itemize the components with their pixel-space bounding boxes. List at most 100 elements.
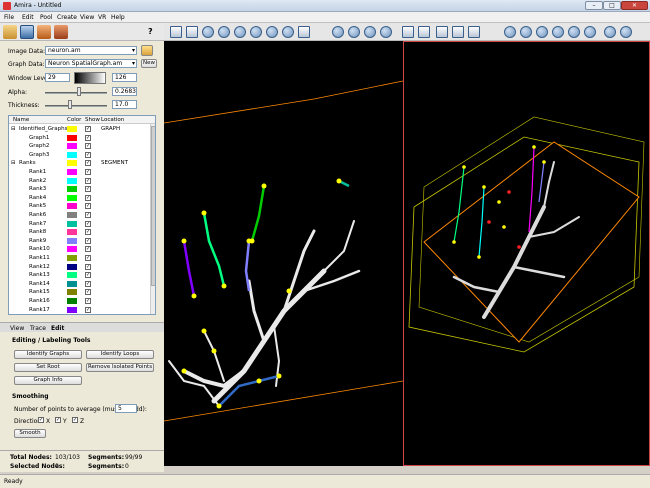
show-checkbox[interactable]: ✓ bbox=[85, 194, 91, 201]
tab-edit[interactable]: Edit bbox=[51, 325, 64, 332]
window-level-low-field[interactable]: 29 bbox=[45, 73, 70, 82]
merge-icon[interactable] bbox=[568, 26, 580, 38]
color-swatch[interactable] bbox=[67, 177, 77, 184]
color-swatch[interactable] bbox=[67, 151, 77, 158]
select-icon[interactable] bbox=[620, 26, 632, 38]
thickness-slider[interactable] bbox=[45, 105, 107, 107]
delete-icon[interactable] bbox=[552, 26, 564, 38]
graph-info-button[interactable]: Graph Info bbox=[14, 376, 82, 385]
zoom-icon[interactable] bbox=[250, 26, 262, 38]
color-swatch[interactable] bbox=[67, 186, 77, 193]
snapshot-icon[interactable] bbox=[298, 26, 310, 38]
show-checkbox[interactable]: ✓ bbox=[85, 169, 91, 175]
menu-help[interactable]: Help bbox=[111, 14, 125, 21]
tree-item-row[interactable]: Rank15 ✓ bbox=[9, 288, 149, 297]
color-swatch[interactable] bbox=[67, 143, 77, 150]
alpha-field[interactable]: 0.2683 bbox=[112, 87, 137, 96]
color-swatch[interactable] bbox=[67, 289, 77, 296]
direction-x-checkbox[interactable]: ✓ bbox=[38, 417, 44, 423]
header-color[interactable]: Color bbox=[67, 117, 81, 123]
seek-icon[interactable] bbox=[282, 26, 294, 38]
maximize-button[interactable]: □ bbox=[603, 1, 621, 10]
identify-graphs-button[interactable]: Identify Graphs bbox=[14, 350, 82, 359]
expand-icon[interactable]: ⊟ bbox=[11, 126, 16, 132]
header-location[interactable]: Location bbox=[101, 117, 124, 123]
show-checkbox[interactable]: ✓ bbox=[85, 272, 91, 279]
color-swatch[interactable] bbox=[67, 255, 77, 261]
image-data-select[interactable]: neuron.am bbox=[45, 46, 137, 55]
tree-item-row[interactable]: Rank1 ✓ bbox=[9, 168, 149, 177]
tab-trace[interactable]: Trace bbox=[30, 325, 46, 332]
show-checkbox[interactable]: ✓ bbox=[85, 220, 91, 227]
new-graph-button[interactable]: New bbox=[141, 59, 157, 68]
show-checkbox[interactable]: ✓ bbox=[85, 289, 91, 296]
show-checkbox[interactable]: ✓ bbox=[85, 246, 91, 253]
trace-tool-icon[interactable] bbox=[504, 26, 516, 38]
close-button[interactable]: ✕ bbox=[621, 1, 648, 10]
layout-quad-icon[interactable] bbox=[468, 26, 480, 38]
color-swatch[interactable] bbox=[67, 212, 77, 218]
show-checkbox[interactable]: ✓ bbox=[85, 160, 91, 167]
tree-item-row[interactable]: Rank9 ✓ bbox=[9, 237, 149, 246]
alpha-slider[interactable] bbox=[45, 92, 107, 94]
graph-editor-icon[interactable] bbox=[20, 25, 34, 39]
rotate-view-icon[interactable] bbox=[380, 26, 392, 38]
menu-file[interactable]: File bbox=[4, 14, 14, 21]
scrollbar-thumb[interactable] bbox=[151, 126, 155, 286]
open-folder-icon[interactable] bbox=[141, 45, 153, 56]
window-level-high-field[interactable]: 126 bbox=[112, 73, 137, 82]
expand-icon[interactable]: ⊟ bbox=[11, 160, 16, 166]
menu-edit[interactable]: Edit bbox=[22, 14, 34, 21]
show-checkbox[interactable]: ✓ bbox=[85, 263, 91, 270]
menu-view[interactable]: View bbox=[80, 14, 94, 21]
stereo-icon[interactable] bbox=[402, 26, 414, 38]
tree-group-row[interactable]: ⊟ Ranks ✓ SEGMENT bbox=[9, 159, 149, 168]
graph-data-select[interactable]: Neuron SpatialGraph.am bbox=[45, 59, 137, 68]
color-swatch[interactable] bbox=[67, 246, 77, 253]
layout-double-icon[interactable] bbox=[452, 26, 464, 38]
color-swatch[interactable] bbox=[67, 160, 77, 167]
color-swatch[interactable] bbox=[67, 263, 77, 270]
view-xz-icon[interactable] bbox=[348, 26, 360, 38]
color-swatch[interactable] bbox=[67, 298, 77, 304]
show-checkbox[interactable]: ✓ bbox=[85, 298, 91, 304]
home-icon[interactable] bbox=[202, 26, 214, 38]
header-name[interactable]: Name bbox=[13, 117, 29, 123]
menu-vr[interactable]: VR bbox=[98, 14, 106, 21]
segmentation-icon[interactable] bbox=[54, 25, 68, 39]
view-yz-icon[interactable] bbox=[364, 26, 376, 38]
remove-isolated-button[interactable]: Remove Isolated Points bbox=[86, 363, 154, 372]
tree-item-row[interactable]: Graph1 ✓ bbox=[9, 134, 149, 143]
alpha-slider-thumb[interactable] bbox=[77, 87, 82, 96]
show-checkbox[interactable]: ✓ bbox=[85, 126, 91, 132]
color-swatch[interactable] bbox=[67, 272, 77, 279]
view-all-icon[interactable] bbox=[266, 26, 278, 38]
layout-single-icon[interactable] bbox=[436, 26, 448, 38]
window-level-ramp[interactable] bbox=[74, 72, 106, 84]
perspective-viewer-canvas[interactable] bbox=[404, 42, 649, 465]
show-checkbox[interactable]: ✓ bbox=[85, 151, 91, 158]
set-root-button[interactable]: Set Root bbox=[14, 363, 82, 372]
show-checkbox[interactable]: ✓ bbox=[85, 203, 91, 210]
perspective-viewer[interactable] bbox=[403, 41, 650, 466]
menu-create[interactable]: Create bbox=[57, 14, 77, 21]
slice-viewer-canvas[interactable] bbox=[163, 41, 404, 466]
tree-item-row[interactable]: Rank8 ✓ bbox=[9, 228, 149, 237]
pool-icon[interactable] bbox=[3, 25, 17, 39]
tree-item-row[interactable]: Rank14 ✓ bbox=[9, 280, 149, 289]
show-checkbox[interactable]: ✓ bbox=[85, 306, 91, 313]
connect-icon[interactable] bbox=[536, 26, 548, 38]
thickness-field[interactable]: 17.0 bbox=[112, 100, 137, 109]
tree-scrollbar[interactable] bbox=[150, 124, 155, 314]
show-checkbox[interactable]: ✓ bbox=[85, 237, 91, 244]
color-swatch[interactable] bbox=[67, 229, 77, 236]
camera-icon[interactable] bbox=[418, 26, 430, 38]
color-swatch[interactable] bbox=[67, 220, 77, 227]
identify-loops-button[interactable]: Identify Loops bbox=[86, 350, 154, 359]
slice-viewer[interactable] bbox=[163, 41, 404, 466]
tree-item-row[interactable]: Graph3 ✓ bbox=[9, 151, 149, 160]
color-swatch[interactable] bbox=[67, 194, 77, 201]
show-checkbox[interactable]: ✓ bbox=[85, 186, 91, 193]
data-icon[interactable] bbox=[37, 25, 51, 39]
smooth-button[interactable]: Smooth bbox=[14, 429, 46, 438]
